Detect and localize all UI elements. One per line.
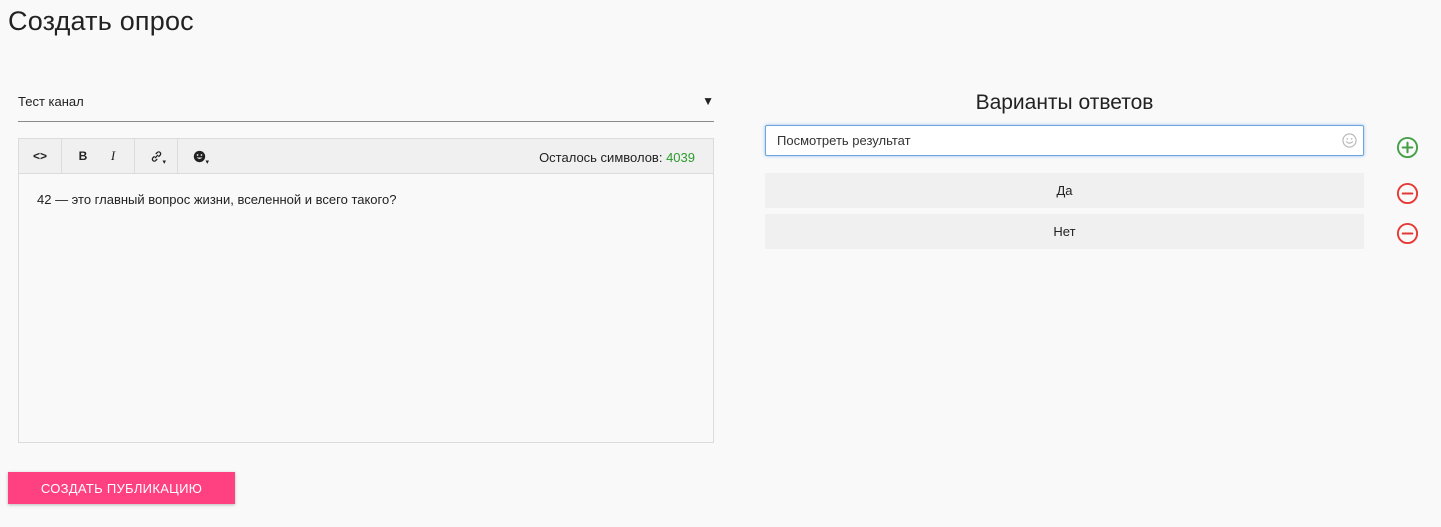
toolbar-group-format: B I	[62, 139, 135, 173]
char-counter-value: 4039	[666, 150, 695, 165]
toolbar-group-code: <>	[19, 139, 62, 173]
answer-item[interactable]: Да	[765, 173, 1364, 208]
message-editor: <> B I ▾ ▾ Осталось символов: 4039 42 — …	[18, 138, 714, 443]
channel-select[interactable]: Тест канал ▼	[18, 86, 714, 122]
remove-answer-minus-circle-icon[interactable]	[1396, 222, 1419, 245]
code-icon: <>	[32, 149, 47, 163]
answer-item-label: Да	[1056, 183, 1073, 198]
create-publication-button[interactable]: СОЗДАТЬ ПУБЛИКАЦИЮ	[8, 472, 235, 504]
add-answer-plus-circle-icon[interactable]	[1396, 136, 1419, 159]
caret-down-icon: ▾	[162, 159, 166, 166]
answer-item[interactable]: Нет	[765, 214, 1364, 249]
editor-text: 42 — это главный вопрос жизни, вселенной…	[37, 192, 397, 207]
editor-toolbar: <> B I ▾ ▾ Осталось символов: 4039	[19, 139, 713, 174]
char-counter-label: Осталось символов:	[539, 150, 663, 165]
page: Создать опрос Тест канал ▼ <> B I ▾ ▾ Ос…	[0, 0, 1441, 527]
answer-input-field	[765, 125, 1364, 156]
remove-answer-minus-circle-icon[interactable]	[1396, 182, 1419, 205]
italic-button[interactable]: I	[98, 139, 128, 173]
emoji-button[interactable]: ▾	[184, 139, 214, 173]
answer-input[interactable]	[777, 126, 1337, 155]
answers-title: Варианты ответов	[975, 91, 1154, 114]
bold-button[interactable]: B	[68, 139, 98, 173]
char-counter: Осталось символов: 4039	[539, 150, 695, 165]
link-button[interactable]: ▾	[141, 139, 171, 173]
channel-select-value: Тест канал	[18, 94, 84, 109]
chevron-down-icon: ▼	[702, 94, 714, 108]
caret-down-icon: ▾	[205, 159, 209, 166]
toolbar-group-emoji: ▾	[178, 139, 220, 173]
answer-item-label: Нет	[1053, 224, 1076, 239]
toolbar-group-link: ▾	[135, 139, 178, 173]
page-title: Создать опрос	[8, 6, 194, 36]
italic-icon: I	[110, 148, 116, 163]
emoji-icon	[193, 150, 205, 162]
code-button[interactable]: <>	[25, 139, 55, 173]
bold-icon: B	[78, 149, 88, 163]
link-icon	[151, 150, 161, 162]
editor-text-area[interactable]: 42 — это главный вопрос жизни, вселенной…	[19, 174, 713, 225]
smiley-icon[interactable]	[1342, 133, 1357, 148]
